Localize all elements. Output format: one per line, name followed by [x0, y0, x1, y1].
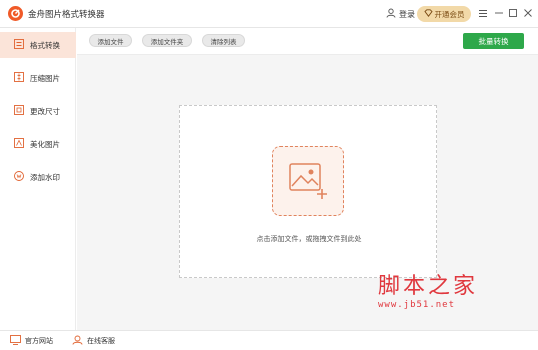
footer-bar: 官方网站 在线客服 — [0, 330, 538, 350]
app-logo-icon — [8, 6, 23, 21]
login-button[interactable]: 登录 — [386, 7, 415, 21]
add-folder-button[interactable]: 添加文件夹 — [142, 34, 192, 47]
close-icon[interactable] — [522, 7, 534, 19]
headset-icon — [72, 335, 83, 347]
clear-list-button[interactable]: 清除列表 — [202, 34, 245, 47]
menu-icon[interactable] — [477, 7, 489, 19]
sidebar-item-label: 格式转换 — [30, 40, 60, 50]
resize-icon — [14, 105, 24, 117]
sidebar-item-compress[interactable]: 压缩图片 — [0, 65, 76, 91]
minimize-icon[interactable] — [493, 7, 505, 19]
drop-zone[interactable]: 点击添加文件，或拖拽文件到此处 — [179, 105, 437, 278]
user-icon — [386, 8, 396, 20]
vip-label: 开通会员 — [434, 9, 465, 19]
login-label: 登录 — [399, 9, 415, 19]
site-watermark: 脚本之家 www.jb51.net — [378, 268, 478, 310]
watermark-url: www.jb51.net — [378, 300, 456, 310]
official-website-link[interactable]: 官方网站 — [10, 335, 53, 347]
monitor-icon — [10, 335, 21, 347]
sidebar: 格式转换 压缩图片 更改尺寸 美化图片 添加水印 — [0, 28, 76, 330]
format-convert-icon — [14, 39, 24, 51]
online-service-link[interactable]: 在线客服 — [72, 335, 115, 347]
official-website-label: 官方网站 — [25, 337, 53, 345]
watermark-text: 脚本之家 — [378, 274, 479, 299]
watermark-icon — [14, 171, 24, 183]
sidebar-item-label: 更改尺寸 — [30, 106, 60, 116]
sidebar-item-resize[interactable]: 更改尺寸 — [0, 98, 76, 124]
vip-button[interactable]: 开通会员 — [417, 6, 471, 22]
toolbar: 添加文件 添加文件夹 清除列表 批量转换 — [77, 28, 538, 55]
add-file-button[interactable]: 添加文件 — [89, 34, 132, 47]
sidebar-item-label: 添加水印 — [30, 172, 60, 182]
sidebar-item-format-convert[interactable]: 格式转换 — [0, 32, 76, 58]
app-title: 金舟图片格式转换器 — [28, 10, 105, 20]
maximize-icon[interactable] — [507, 7, 519, 19]
beautify-icon — [14, 138, 24, 150]
batch-convert-button[interactable]: 批量转换 — [463, 33, 524, 49]
sidebar-item-label: 压缩图片 — [30, 73, 60, 83]
sidebar-item-label: 美化图片 — [30, 139, 60, 149]
compress-icon — [14, 72, 24, 84]
title-bar: 金舟图片格式转换器 登录 开通会员 — [0, 0, 538, 28]
sidebar-item-watermark[interactable]: 添加水印 — [0, 164, 76, 190]
diamond-icon — [423, 9, 433, 19]
sidebar-item-beautify[interactable]: 美化图片 — [0, 131, 76, 157]
drop-hint: 点击添加文件，或拖拽文件到此处 — [256, 235, 362, 243]
add-image-icon[interactable] — [272, 146, 344, 216]
online-service-label: 在线客服 — [87, 337, 115, 345]
